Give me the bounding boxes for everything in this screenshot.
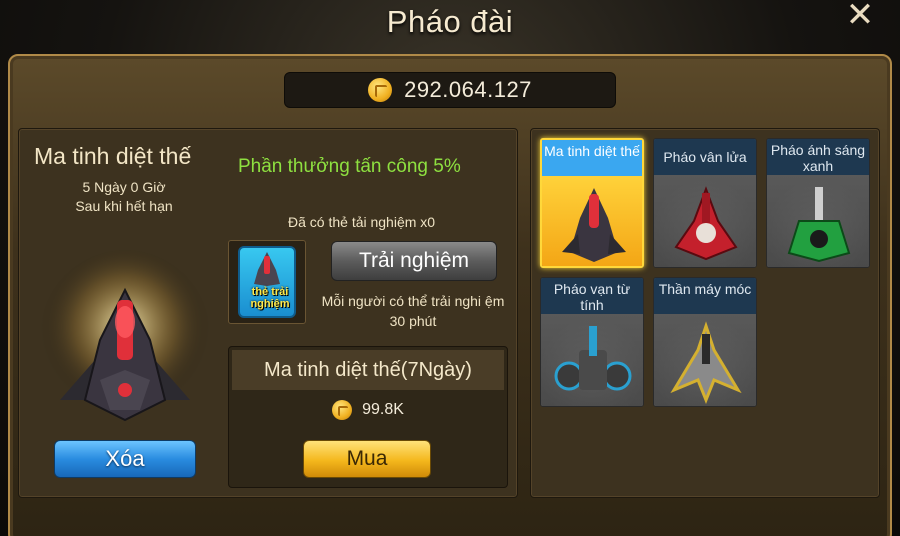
price-value: 99.8K (362, 401, 404, 418)
trial-card-icon: thẻ trải nghiệm (238, 246, 296, 318)
trial-note: Mỗi người có thể trải nghi ệm 30 phút (321, 293, 505, 329)
price-row: 99.8K (228, 400, 508, 420)
turret-tile-label: Pháo vạn từ tính (541, 278, 643, 314)
attack-bonus-text: Phần thưởng tấn công 5% (238, 156, 461, 177)
turret-tile-label: Pháo vân lửa (654, 139, 756, 175)
gold-coin-icon (332, 400, 353, 420)
cannon-mech-icon (670, 321, 742, 404)
trial-card-count: Đã có thẻ tải nghiệm x0 (288, 214, 436, 230)
time-remaining: 5 Ngày 0 Giờ (82, 179, 166, 195)
purchase-item-label: Ma tinh diệt thế(7Ngày) (232, 350, 504, 390)
trial-card-label: thẻ trải nghiệm (250, 286, 290, 310)
cannon-red-dark-icon (562, 188, 626, 262)
turret-tile-label: Ma tinh diệt thế (542, 140, 642, 176)
try-button[interactable]: Trải nghiệm (331, 241, 497, 281)
window-title: Pháo đài (386, 4, 514, 39)
turret-tile-phao-anh-sang-xanh[interactable]: Pháo ánh sáng xanh (766, 138, 870, 268)
delete-button[interactable]: Xóa (54, 440, 196, 478)
turret-tile-phao-van-lua[interactable]: Pháo vân lửa (653, 138, 757, 268)
turret-tile-ma-tinh-diet-the[interactable]: Ma tinh diệt thế (540, 138, 644, 268)
turret-name: Ma tinh diệt thế (34, 143, 192, 169)
turret-tile-phao-van-tu-tinh[interactable]: Pháo vạn từ tính (540, 277, 644, 407)
expire-note: Sau khi hết hạn (75, 198, 173, 214)
turret-tile-label: Thần máy móc (654, 278, 756, 314)
cannon-magnetic-icon (554, 326, 632, 391)
turret-tile-than-may-moc[interactable]: Thần máy móc (653, 277, 757, 407)
gold-coin-icon (368, 78, 393, 102)
close-button[interactable]: ✕ (840, 0, 880, 34)
currency-bar: 292.064.127 (284, 72, 616, 108)
trial-card-slot: thẻ trải nghiệm (228, 240, 306, 324)
mini-cannon-icon (254, 252, 280, 286)
turret-tile-label: Pháo ánh sáng xanh (767, 139, 869, 175)
coin-balance: 292.064.127 (404, 77, 532, 102)
buy-button[interactable]: Mua (303, 440, 431, 478)
cannon-preview-icon (40, 250, 210, 422)
cannon-fire-icon (674, 186, 738, 261)
cannon-green-light-icon (787, 187, 851, 263)
